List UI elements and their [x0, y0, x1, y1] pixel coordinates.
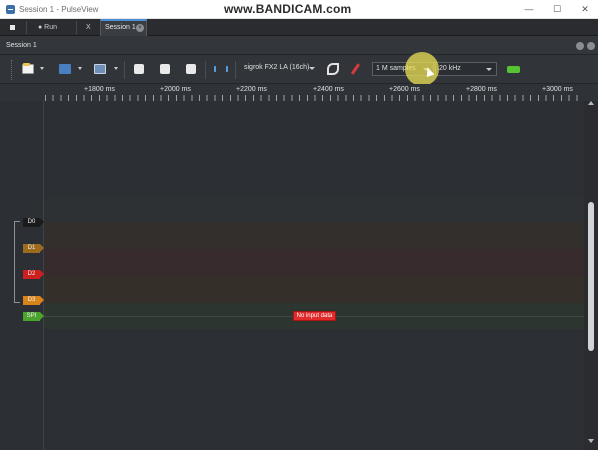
divider	[76, 21, 77, 34]
click-highlight	[405, 52, 439, 86]
minimize-button[interactable]: —	[522, 3, 536, 15]
channel-label-d2[interactable]: D2	[23, 270, 44, 279]
channel-label-spi[interactable]: SPI	[23, 312, 44, 321]
session-title: Session 1	[6, 42, 37, 49]
channel-group-bracket	[14, 221, 20, 303]
device-select[interactable]: sigrok FX2 LA (16ch)	[241, 62, 319, 76]
ruler-tick-label: +2000 ms	[160, 86, 191, 93]
probe-icon[interactable]	[350, 63, 361, 75]
configure-icon[interactable]	[327, 63, 339, 75]
toolbar-grip[interactable]	[11, 60, 13, 80]
title-bar: Session 1 - PulseView www.BANDICAM.com —…	[0, 0, 598, 19]
toolbar: sigrok FX2 LA (16ch) 1 M samples 20 kHz	[0, 55, 598, 84]
chevron-down-icon[interactable]	[40, 67, 44, 70]
channel-label-d0[interactable]: D0	[23, 218, 44, 227]
run-button[interactable]: ● Run	[32, 21, 63, 34]
app-icon	[6, 5, 15, 14]
divider	[124, 61, 125, 79]
no-input-data-badge: No input data	[293, 311, 336, 321]
rate-value: 20 kHz	[439, 65, 461, 72]
new-session-badge-icon	[23, 63, 30, 66]
divider	[205, 61, 206, 79]
chevron-down-icon[interactable]	[114, 67, 118, 70]
channel-band-d2	[44, 249, 584, 276]
tab-close-icon[interactable]: ×	[136, 24, 144, 32]
close-button[interactable]: ✕	[578, 3, 592, 15]
float-icon[interactable]	[576, 42, 584, 50]
zoom-fit-icon[interactable]	[186, 64, 196, 74]
watermark: www.BANDICAM.com	[224, 2, 352, 16]
stop-icon[interactable]	[10, 25, 15, 30]
channel-band-d1	[44, 222, 584, 249]
session-header: Session 1	[0, 36, 598, 55]
zoom-out-icon[interactable]	[160, 64, 170, 74]
channel-label-d1[interactable]: D1	[23, 244, 44, 253]
tab-row: ● Run X Session 1 ×	[0, 19, 598, 36]
chevron-down-icon	[309, 67, 315, 70]
window-title: Session 1 - PulseView	[19, 5, 99, 14]
scroll-down-icon[interactable]	[588, 439, 594, 443]
save-as-icon[interactable]	[94, 64, 106, 74]
run-icon[interactable]	[507, 66, 520, 73]
tab-label: Session 1	[105, 24, 136, 31]
device-label: sigrok FX2 LA (16ch)	[244, 64, 310, 71]
zoom-in-icon[interactable]	[134, 64, 144, 74]
samplerate-select[interactable]: 20 kHz	[435, 62, 497, 76]
chevron-down-icon	[486, 68, 492, 71]
x-button[interactable]: X	[80, 21, 97, 34]
cursor-icon[interactable]	[214, 66, 228, 72]
ruler-tick-label: +2800 ms	[466, 86, 497, 93]
chevron-down-icon[interactable]	[78, 67, 82, 70]
channel-band-d0	[44, 196, 584, 222]
tab-session-1[interactable]: Session 1 ×	[100, 19, 147, 36]
channel-band-d3	[44, 276, 584, 303]
ruler-tick-label: +2400 ms	[313, 86, 344, 93]
close-session-icon[interactable]	[587, 42, 595, 50]
maximize-button[interactable]: ☐	[550, 3, 564, 15]
channel-label-d3[interactable]: D3	[23, 296, 44, 305]
divider	[235, 61, 236, 79]
divider	[26, 21, 27, 34]
ruler-tick-label: +1800 ms	[84, 86, 115, 93]
open-icon[interactable]	[59, 64, 71, 74]
ruler-tick-label: +2600 ms	[389, 86, 420, 93]
ruler-tick-label: +3000 ms	[542, 86, 573, 93]
ruler-tick-label: +2200 ms	[236, 86, 267, 93]
scroll-up-icon[interactable]	[588, 101, 594, 105]
scrollbar-thumb[interactable]	[588, 202, 594, 351]
